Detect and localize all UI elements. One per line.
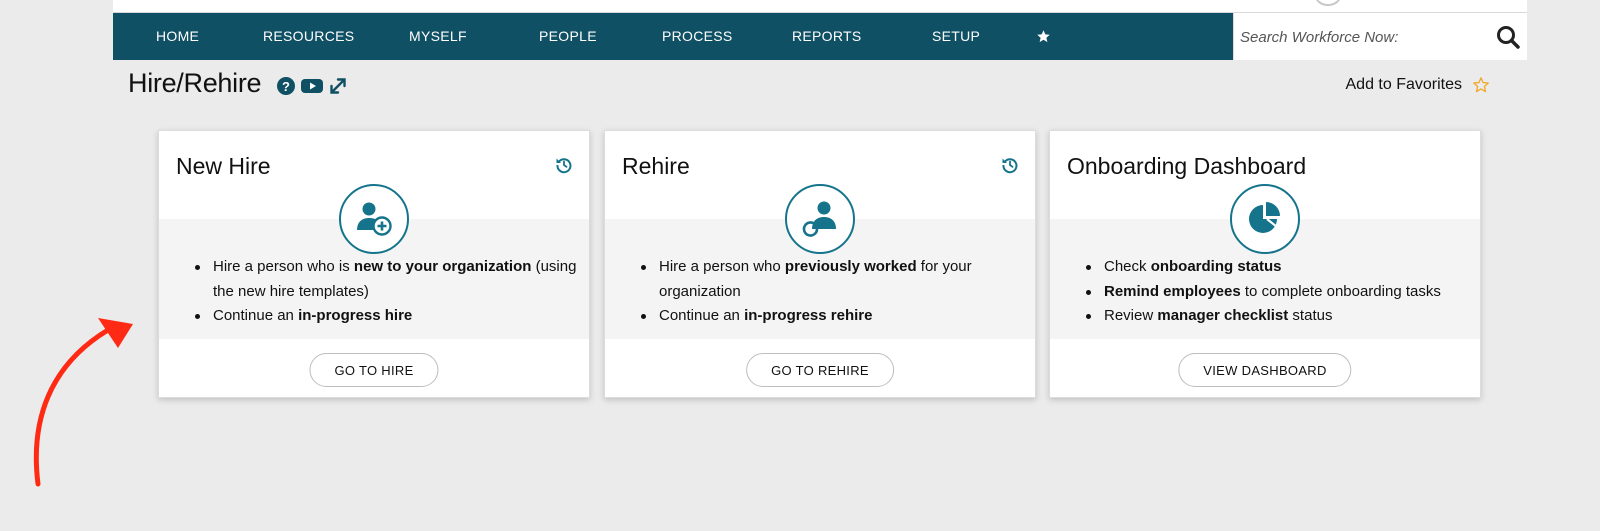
list-item: Continue an in-progress rehire: [641, 304, 1025, 329]
video-icon[interactable]: [300, 76, 324, 96]
go-to-rehire-button[interactable]: GO TO REHIRE: [746, 353, 894, 387]
go-to-hire-button[interactable]: GO TO HIRE: [309, 353, 439, 387]
search-icon[interactable]: [1495, 24, 1521, 50]
onboarding-dashboard-card: Onboarding Dashboard Check onboarding st…: [1049, 130, 1481, 398]
svg-text:?: ?: [282, 79, 290, 94]
nav-process[interactable]: PROCESS: [662, 13, 733, 60]
add-to-favorites-button[interactable]: Add to Favorites: [1346, 76, 1491, 94]
list-item: Check onboarding status: [1086, 255, 1470, 280]
user-avatar-icon[interactable]: [1315, 0, 1341, 6]
card-bullet-list: Check onboarding status Remind employees…: [1086, 255, 1470, 329]
search-input[interactable]: [1240, 24, 1480, 50]
history-icon[interactable]: [555, 156, 573, 174]
view-dashboard-button[interactable]: VIEW DASHBOARD: [1178, 353, 1352, 387]
expand-icon[interactable]: [328, 76, 348, 96]
list-item: Review manager checklist status: [1086, 304, 1470, 329]
user-rehire-icon: [785, 184, 855, 254]
list-item: Hire a person who previously worked for …: [641, 255, 1025, 304]
card-bullet-list: Hire a person who is new to your organiz…: [195, 255, 579, 329]
help-icon[interactable]: ?: [276, 76, 296, 96]
nav-favorites-star-icon[interactable]: [1036, 13, 1051, 60]
top-header-strip: [113, 0, 1527, 13]
annotation-arrow-icon: [33, 318, 133, 487]
add-to-favorites-label: Add to Favorites: [1345, 76, 1463, 93]
card-title: Onboarding Dashboard: [1067, 153, 1307, 179]
list-item: Remind employees to complete onboarding …: [1086, 280, 1470, 305]
history-icon[interactable]: [1001, 156, 1019, 174]
nav-people[interactable]: PEOPLE: [539, 13, 597, 60]
nav-resources[interactable]: RESOURCES: [263, 13, 354, 60]
favorite-star-icon: [1473, 77, 1489, 93]
rehire-card: Rehire Hire a person who previously work…: [604, 130, 1036, 398]
card-title: Rehire: [622, 153, 690, 179]
pie-chart-icon: [1230, 184, 1300, 254]
card-title: New Hire: [176, 153, 271, 179]
page-title: Hire/Rehire: [128, 68, 262, 98]
user-add-icon: [339, 184, 409, 254]
nav-reports[interactable]: REPORTS: [792, 13, 862, 60]
new-hire-card: New Hire Hire a person who is new to you…: [158, 130, 590, 398]
search-bar: [1233, 13, 1527, 60]
list-item: Continue an in-progress hire: [195, 304, 579, 329]
list-item: Hire a person who is new to your organiz…: [195, 255, 579, 304]
nav-myself[interactable]: MYSELF: [409, 13, 467, 60]
nav-home[interactable]: HOME: [156, 13, 199, 60]
nav-setup[interactable]: SETUP: [932, 13, 980, 60]
card-bullet-list: Hire a person who previously worked for …: [641, 255, 1025, 329]
